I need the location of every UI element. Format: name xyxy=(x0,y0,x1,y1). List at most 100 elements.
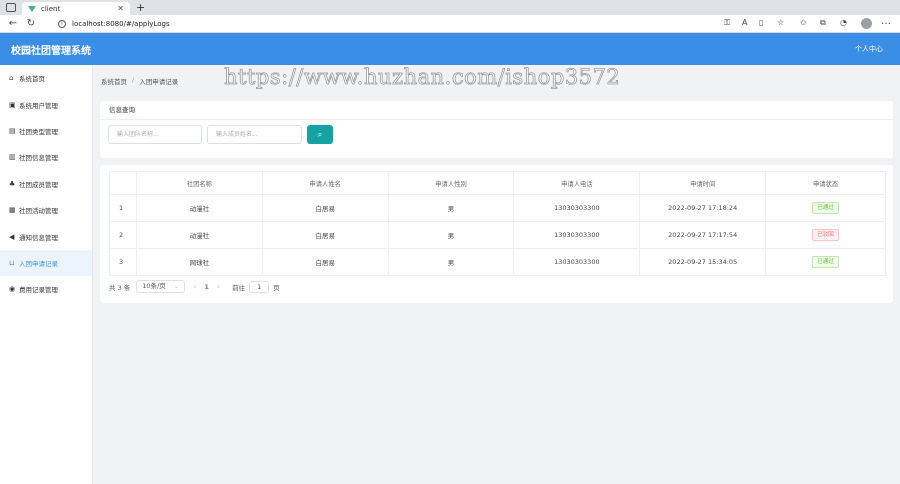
sidebar-item-label: 系统用户管理 xyxy=(19,101,58,110)
collections-icon[interactable]: ⧉ xyxy=(820,18,826,28)
table-row: 3 网球社 白居易男 13030303300 2022-09-27 15:34:05 已通… xyxy=(109,248,886,276)
favorite-icon[interactable]: ☆ xyxy=(777,18,784,27)
main-content: 系统首页 / 入团申请记录 https://www.huzhan.com/ish… xyxy=(94,65,900,484)
sidebar-item[interactable]: ▥ 社团信息管理 xyxy=(0,144,92,170)
money-icon: ◉ xyxy=(9,285,16,294)
user-center-link[interactable]: 个人中心 xyxy=(855,44,883,54)
tab-title: client xyxy=(41,4,61,13)
pagination-total: 共 3 条 xyxy=(109,283,131,292)
search-panel-title: 信息查询 xyxy=(100,101,893,120)
cell-phone: 13030303300 xyxy=(513,248,641,276)
info-icon: ▥ xyxy=(9,153,16,162)
address-bar[interactable]: i localhost:8080/#/applyLogs xyxy=(52,17,862,31)
sidebar-item-label: 社团活动管理 xyxy=(19,207,58,216)
megaphone-icon: ◀ xyxy=(9,232,15,241)
cell-club: 网球社 xyxy=(136,248,263,276)
cell-status: 已通过 xyxy=(765,194,886,222)
refresh-icon[interactable]: ↻ xyxy=(22,18,40,29)
new-tab-icon[interactable]: + xyxy=(136,1,145,14)
goto-page-input[interactable]: 1 xyxy=(249,280,270,293)
search-icon: ⌕ xyxy=(317,130,323,139)
table-row: 1 动漫社 白居易男 13030303300 2022-09-27 17:18:24 已通… xyxy=(109,194,886,222)
pagination: 共 3 条 10条/页 ⌄ ‹ 1 › 前往 1 页 xyxy=(109,280,280,293)
prev-page-icon[interactable]: ‹ xyxy=(193,282,196,291)
column-header: 申请人姓名 xyxy=(262,171,389,195)
browser-tab-bar: client ✕ + xyxy=(0,0,900,15)
users-icon: ♣ xyxy=(9,179,16,188)
tab-actions-icon[interactable] xyxy=(6,3,16,12)
calendar-icon: ▦ xyxy=(9,206,16,215)
page-size-select[interactable]: 10条/页 ⌄ xyxy=(136,280,186,293)
table-body: 1 动漫社 白居易男 13030303300 2022-09-27 17:18:24 已通… xyxy=(109,194,886,276)
column-header: 申请时间 xyxy=(639,171,767,195)
cell-gender: 男 xyxy=(388,194,515,222)
column-header: 申请状态 xyxy=(765,171,886,195)
browser-tab[interactable]: client ✕ xyxy=(22,2,130,15)
browser-toolbar: ← ↻ i localhost:8080/#/applyLogs ⚿ A ▯ ☆… xyxy=(0,15,900,33)
tray-icon: ⊔ xyxy=(9,258,15,267)
cell-phone: 13030303300 xyxy=(513,194,641,222)
page-number-current[interactable]: 1 xyxy=(204,283,209,291)
breadcrumb-separator: / xyxy=(132,76,135,84)
sidebar-item-label: 社团信息管理 xyxy=(19,154,58,163)
back-icon[interactable]: ← xyxy=(4,18,22,29)
cell-time: 2022-09-27 17:17:54 xyxy=(639,221,767,249)
app-title: 校园社团管理系统 xyxy=(11,45,91,57)
column-header: 申请人性别 xyxy=(388,171,515,195)
cell-index: 2 xyxy=(109,221,137,249)
sidebar-item-label: 通知信息管理 xyxy=(19,233,58,242)
breadcrumb-home[interactable]: 系统首页 xyxy=(101,76,127,86)
app-header: 校园社团管理系统 个人中心 xyxy=(0,33,900,65)
sidebar-item[interactable]: ⊔ 入团申请记录 xyxy=(0,249,92,277)
sidebar-item[interactable]: ⌂ 系统首页 xyxy=(0,65,92,91)
cell-gender: 男 xyxy=(388,221,515,249)
favorites-bar-icon[interactable]: ✩ xyxy=(800,18,807,27)
document-icon: ▣ xyxy=(9,100,16,109)
history-icon[interactable]: ◔ xyxy=(840,18,847,27)
cell-time: 2022-09-27 17:18:24 xyxy=(639,194,767,222)
breadcrumb: 系统首页 / 入团申请记录 xyxy=(101,76,178,86)
column-header xyxy=(109,171,137,195)
sidebar: ⌂ 系统首页 ▣ 系统用户管理 ▤ 社团类型管理 ▥ 社团信息管理 ♣ 社团成员管理 ▦ 社团活动管理… xyxy=(0,65,93,484)
watermark: https://www.huzhan.com/ishop3572 xyxy=(224,65,621,90)
cell-club: 动漫社 xyxy=(136,221,263,249)
team-name-input[interactable]: 输入团队名称... xyxy=(108,125,202,144)
search-button[interactable]: ⌕ xyxy=(307,125,333,144)
status-badge: 已通过 xyxy=(812,202,839,214)
more-menu-icon[interactable]: … xyxy=(881,16,891,27)
cell-club: 动漫社 xyxy=(136,194,263,222)
goto-label: 前往 xyxy=(232,283,246,292)
read-aloud-icon[interactable]: A xyxy=(742,18,747,27)
cell-index: 1 xyxy=(109,194,137,222)
site-info-icon[interactable]: i xyxy=(58,20,66,28)
page-suffix: 页 xyxy=(273,283,280,292)
reader-view-icon[interactable]: ▯ xyxy=(759,18,763,27)
cell-name: 白居易 xyxy=(262,248,389,276)
sidebar-item[interactable]: ◀ 通知信息管理 xyxy=(0,223,92,249)
status-badge: 已驳回 xyxy=(812,229,839,241)
search-panel: 信息查询 输入团队名称... 输入成员姓名... ⌕ xyxy=(100,101,893,158)
cell-phone: 13030303300 xyxy=(513,221,641,249)
profile-avatar[interactable] xyxy=(861,18,872,29)
list-icon: ▤ xyxy=(9,126,16,135)
chevron-down-icon: ⌄ xyxy=(173,282,180,290)
sidebar-item[interactable]: ◉ 费用记录管理 xyxy=(0,276,92,302)
table-row: 2 动漫社 白居易男 13030303300 2022-09-27 17:17:54 已驳… xyxy=(109,221,886,249)
sidebar-item[interactable]: ▣ 系统用户管理 xyxy=(0,91,92,117)
sidebar-item[interactable]: ▤ 社团类型管理 xyxy=(0,118,92,144)
url-text: localhost:8080/#/applyLogs xyxy=(72,20,170,28)
next-page-icon[interactable]: › xyxy=(217,282,220,291)
sidebar-item-label: 社团成员管理 xyxy=(19,180,58,189)
cell-name: 白居易 xyxy=(262,221,389,249)
vue-logo-icon xyxy=(28,5,36,12)
member-name-input[interactable]: 输入成员姓名... xyxy=(207,125,302,144)
apply-records-table: 社团名称 申请人姓名 申请人性别 申请人电话 申请时间 申请状态 1 动漫社 白居易男 1303… xyxy=(109,171,886,276)
column-header: 申请人电话 xyxy=(513,171,641,195)
close-tab-icon[interactable]: ✕ xyxy=(117,4,124,13)
table-header-row: 社团名称 申请人姓名 申请人性别 申请人电话 申请时间 申请状态 xyxy=(109,171,886,195)
home-icon: ⌂ xyxy=(9,74,14,83)
sidebar-item[interactable]: ▦ 社团活动管理 xyxy=(0,197,92,223)
records-panel: 社团名称 申请人姓名 申请人性别 申请人电话 申请时间 申请状态 1 动漫社 白居易男 1303… xyxy=(100,165,893,303)
sidebar-item[interactable]: ♣ 社团成员管理 xyxy=(0,171,92,197)
key-icon[interactable]: ⚿ xyxy=(724,18,730,28)
